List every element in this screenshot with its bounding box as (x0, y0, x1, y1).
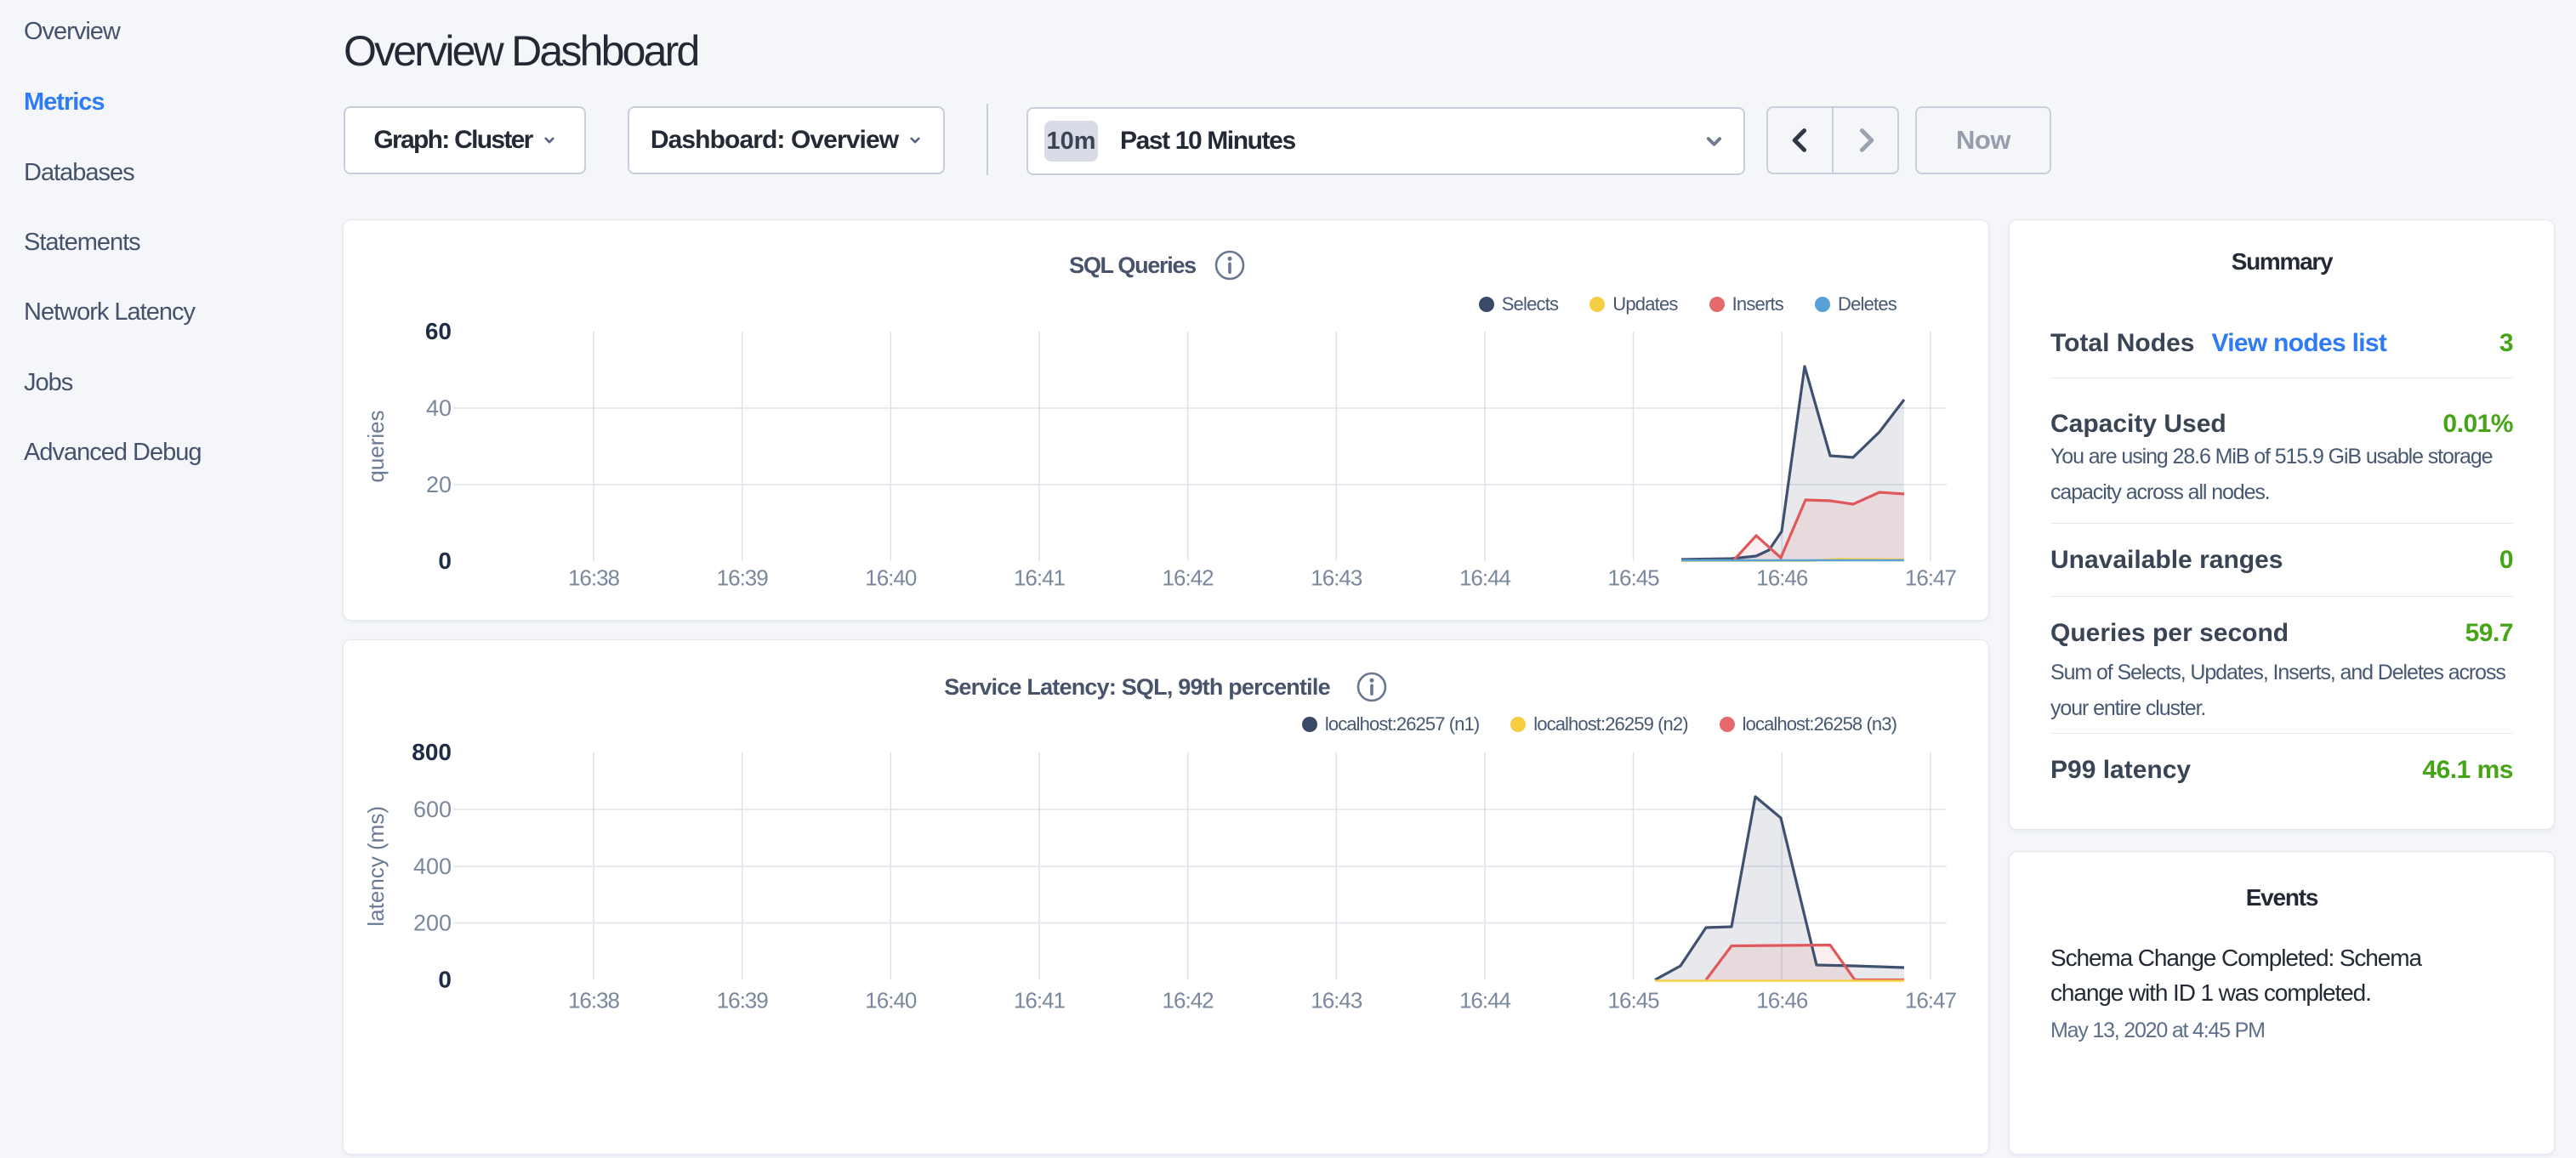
svg-text:16:38: 16:38 (568, 565, 620, 591)
svg-text:16:39: 16:39 (717, 988, 769, 1013)
svg-text:16:38: 16:38 (568, 988, 620, 1013)
svg-text:16:47: 16:47 (1905, 988, 1957, 1013)
svg-text:16:43: 16:43 (1311, 988, 1362, 1013)
svg-text:600: 600 (413, 797, 452, 822)
svg-text:16:40: 16:40 (865, 988, 917, 1013)
svg-text:queries: queries (363, 410, 389, 482)
svg-text:16:41: 16:41 (1014, 565, 1066, 591)
svg-text:0: 0 (438, 548, 452, 574)
svg-text:800: 800 (412, 739, 452, 765)
svg-text:16:46: 16:46 (1756, 988, 1808, 1013)
svg-text:400: 400 (413, 854, 452, 879)
svg-text:16:39: 16:39 (717, 565, 769, 591)
svg-text:16:42: 16:42 (1163, 565, 1214, 591)
svg-text:16:42: 16:42 (1163, 988, 1214, 1013)
svg-text:16:44: 16:44 (1459, 988, 1511, 1013)
svg-text:16:44: 16:44 (1459, 565, 1511, 591)
svg-text:latency (ms): latency (ms) (363, 806, 389, 927)
svg-text:16:43: 16:43 (1311, 565, 1362, 591)
svg-text:60: 60 (425, 318, 452, 344)
svg-text:16:45: 16:45 (1608, 988, 1660, 1013)
svg-text:0: 0 (438, 967, 452, 993)
svg-text:16:41: 16:41 (1014, 988, 1066, 1013)
svg-text:40: 40 (426, 395, 452, 421)
svg-text:16:46: 16:46 (1756, 565, 1808, 591)
svg-text:16:45: 16:45 (1608, 565, 1660, 591)
svg-text:20: 20 (426, 472, 452, 497)
svg-text:200: 200 (413, 911, 452, 936)
svg-text:16:47: 16:47 (1905, 565, 1957, 591)
svg-text:16:40: 16:40 (865, 565, 917, 591)
